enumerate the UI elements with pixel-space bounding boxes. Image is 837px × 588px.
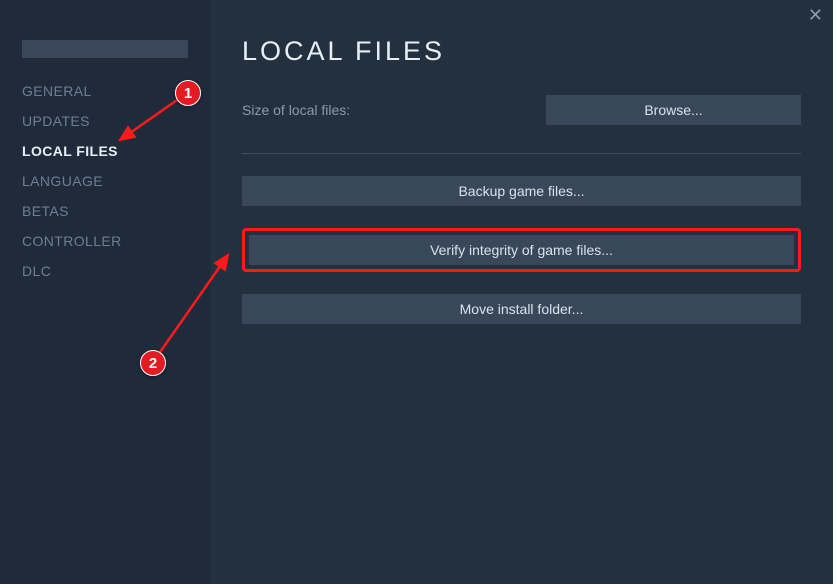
move-folder-button[interactable]: Move install folder... [242,294,801,324]
annotation-badge-1: 1 [175,80,201,106]
sidebar-item-betas[interactable]: BETAS [0,196,210,226]
sidebar-header-bar [22,40,188,58]
sidebar-item-language[interactable]: LANGUAGE [0,166,210,196]
annotation-badge-2: 2 [140,350,166,376]
size-label: Size of local files: [242,102,350,118]
close-icon[interactable]: ✕ [808,6,823,24]
browse-button[interactable]: Browse... [546,95,801,125]
sidebar-item-dlc[interactable]: DLC [0,256,210,286]
size-row: Size of local files: Browse... [242,95,801,125]
properties-window: GENERAL UPDATES LOCAL FILES LANGUAGE BET… [0,0,833,584]
annotation-highlight: Verify integrity of game files... [242,228,801,272]
page-title: LOCAL FILES [242,36,801,67]
backup-button[interactable]: Backup game files... [242,176,801,206]
divider [242,153,801,154]
content-panel: ✕ LOCAL FILES Size of local files: Brows… [210,0,833,584]
sidebar-item-updates[interactable]: UPDATES [0,106,210,136]
verify-integrity-button[interactable]: Verify integrity of game files... [249,235,794,265]
sidebar-item-controller[interactable]: CONTROLLER [0,226,210,256]
sidebar-item-local-files[interactable]: LOCAL FILES [0,136,210,166]
